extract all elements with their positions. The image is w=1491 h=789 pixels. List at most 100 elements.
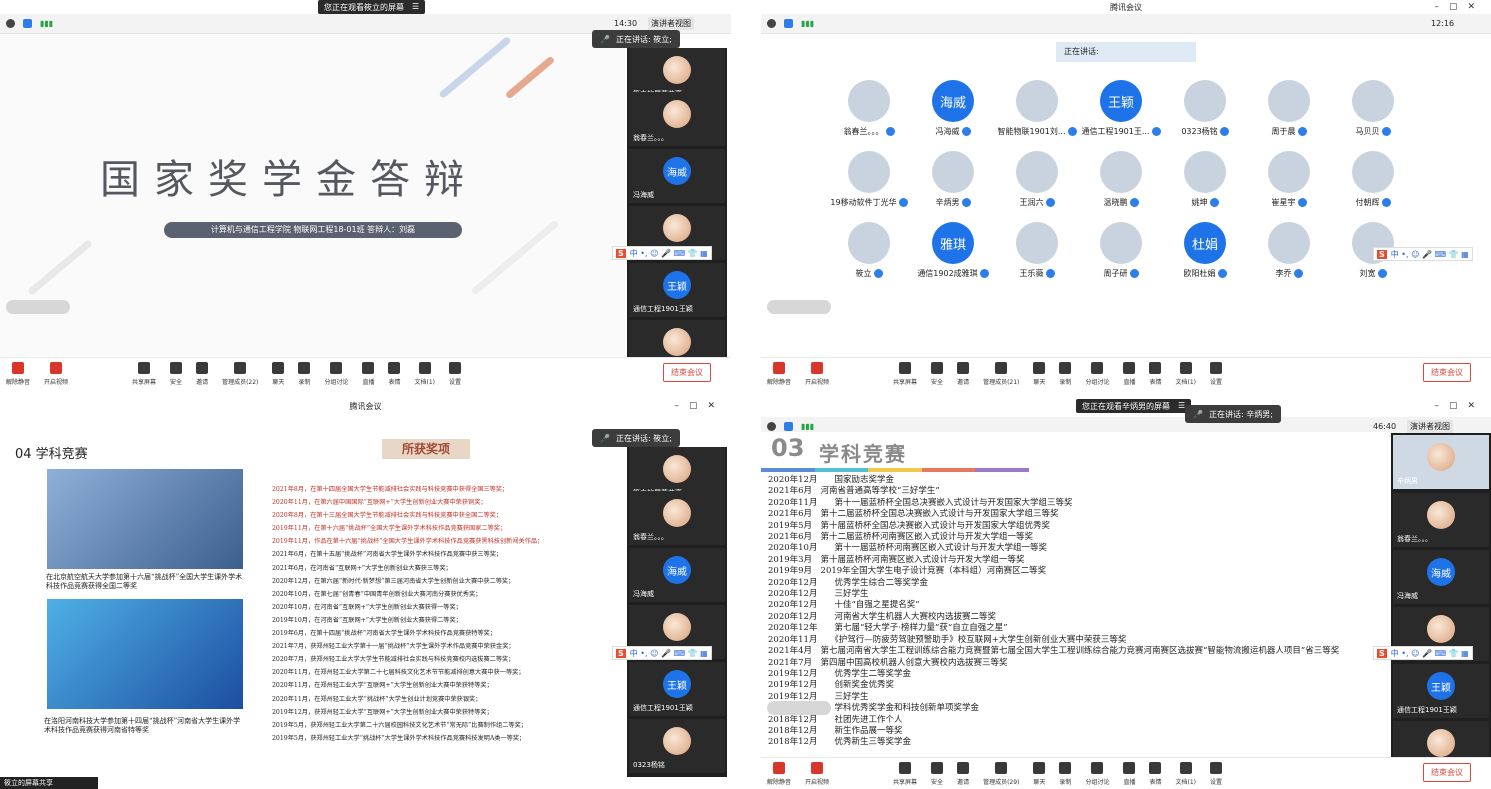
info-icon[interactable] xyxy=(6,19,15,28)
video-button[interactable]: 开启视频 xyxy=(805,762,829,786)
view-selector[interactable]: 演讲者视图 xyxy=(1407,420,1453,433)
participant-tile[interactable]: 马贝贝 xyxy=(1331,80,1415,137)
video-tile[interactable]: 0323杨铭 xyxy=(629,719,725,773)
window-controls[interactable]: –▢✕ xyxy=(1434,2,1485,12)
chat-button[interactable]: 聊天 xyxy=(272,362,284,386)
members-button[interactable]: 管理成员(21) xyxy=(983,362,1019,386)
participant-name: 欧阳杜娟 xyxy=(1183,269,1216,278)
members-button[interactable]: 管理成员(29) xyxy=(983,762,1019,786)
chat-button[interactable]: 聊天 xyxy=(1033,362,1045,386)
settings-button[interactable]: 设置 xyxy=(448,362,461,386)
shield-icon[interactable] xyxy=(784,422,793,431)
chat-button[interactable]: 聊天 xyxy=(1033,762,1045,786)
video-button[interactable]: 开启视频 xyxy=(44,362,68,386)
unmute-button[interactable]: 解除静音 xyxy=(767,762,791,786)
emoji-button[interactable]: 表情 xyxy=(388,362,400,386)
participant-tile[interactable]: 姚坤 xyxy=(1163,151,1247,208)
info-icon[interactable] xyxy=(767,19,776,28)
floating-controls[interactable] xyxy=(767,300,831,314)
record-button[interactable]: 录制 xyxy=(1059,362,1071,386)
live-button[interactable]: 直播 xyxy=(362,362,374,386)
video-button[interactable]: 开启视频 xyxy=(805,362,829,386)
award-item: 2021年8月，在第十四届全国大学生节能减排社会实践与科技竞赛中获得全国三等奖； xyxy=(272,486,509,493)
participant-tile[interactable]: 0323杨铭 xyxy=(1163,80,1247,137)
docs-button[interactable]: 文档(1) xyxy=(1175,362,1196,386)
security-button[interactable]: 安全 xyxy=(931,362,943,386)
end-meeting-button[interactable]: 结束会议 xyxy=(1423,763,1471,782)
floating-controls[interactable] xyxy=(767,701,831,715)
avatar xyxy=(663,613,691,641)
honor-item: 2020年12月 十佳“自强之星提名奖” xyxy=(768,600,920,611)
participant-tile[interactable]: 翁春兰。。。 xyxy=(827,80,911,137)
participant-tile[interactable]: 付朝辉 xyxy=(1331,151,1415,208)
video-tile[interactable]: 王颖 通信工程1901王颖 xyxy=(629,263,725,317)
unmute-button[interactable]: 解除静音 xyxy=(767,362,791,386)
end-meeting-button[interactable]: 结束会议 xyxy=(1423,363,1471,382)
video-tile[interactable]: 辛炳男 xyxy=(1393,435,1489,489)
video-tile[interactable]: 王颖 通信工程1901王颖 xyxy=(1393,664,1489,718)
participant-tile[interactable]: 海威 冯海威 xyxy=(911,80,995,137)
share-screen-button[interactable]: 共享屏幕 xyxy=(893,362,917,386)
participant-tile[interactable]: 杜娟 欧阳杜娟 xyxy=(1163,222,1247,279)
toolbar-label: 解除静音 xyxy=(6,379,31,386)
video-tile[interactable] xyxy=(1393,721,1489,759)
end-meeting-button[interactable]: 结束会议 xyxy=(663,363,711,382)
security-button[interactable]: 安全 xyxy=(170,362,182,386)
video-tile[interactable]: 翁春兰。。。 xyxy=(629,92,725,146)
ime-toolbar[interactable]: S中 •, ☺ 🎤 ⌨ 👕 ▦ xyxy=(1373,646,1473,660)
breakout-button[interactable]: 分组讨论 xyxy=(1085,362,1109,386)
participant-tile[interactable]: 筱立 xyxy=(827,222,911,279)
video-tile[interactable]: 王颖 通信工程1901王颖 xyxy=(629,662,725,716)
share-screen-button[interactable]: 共享屏幕 xyxy=(132,362,156,386)
menu-icon[interactable]: ☰ xyxy=(412,2,419,12)
security-button[interactable]: 安全 xyxy=(931,762,943,786)
video-tile[interactable]: 翁春兰。。。 xyxy=(629,491,725,545)
participant-tile[interactable]: 周于晨 xyxy=(1247,80,1331,137)
live-button[interactable]: 直播 xyxy=(1123,362,1135,386)
participant-tile[interactable]: 周子研 xyxy=(1079,222,1163,279)
participant-tile[interactable]: 崔星宇 xyxy=(1247,151,1331,208)
video-tile[interactable] xyxy=(629,320,725,358)
floating-controls[interactable] xyxy=(6,300,70,314)
shield-icon[interactable] xyxy=(784,19,793,28)
breakout-button[interactable]: 分组讨论 xyxy=(1085,762,1109,786)
record-button[interactable]: 录制 xyxy=(298,362,310,386)
participant-tile[interactable]: 智能物联1901刘... xyxy=(995,80,1079,137)
window-controls[interactable]: –▢✕ xyxy=(674,401,725,411)
shield-icon[interactable] xyxy=(23,19,32,28)
ime-toolbar[interactable]: S中 •, ☺ 🎤 ⌨ 👕 ▦ xyxy=(612,246,712,260)
participant-tile[interactable]: 19移动软件丁光华 xyxy=(827,151,911,208)
video-tile[interactable]: 翁春兰。。。 xyxy=(1393,493,1489,547)
members-button[interactable]: 管理成员(22) xyxy=(222,362,258,386)
emoji-button[interactable]: 表情 xyxy=(1149,362,1161,386)
avatar xyxy=(663,328,691,356)
live-button[interactable]: 直播 xyxy=(1123,762,1135,786)
settings-button[interactable]: 设置 xyxy=(1209,362,1222,386)
invite-button[interactable]: 邀请 xyxy=(957,362,969,386)
docs-button[interactable]: 文档(1) xyxy=(414,362,435,386)
invite-button[interactable]: 邀请 xyxy=(957,762,969,786)
emoji-button[interactable]: 表情 xyxy=(1149,762,1161,786)
ime-toolbar[interactable]: S中 •, ☺ 🎤 ⌨ 👕 ▦ xyxy=(1373,247,1473,261)
participant-tile[interactable]: 雅琪 通信1902成雅琪 xyxy=(911,222,995,279)
share-screen-button[interactable]: 共享屏幕 xyxy=(893,762,917,786)
video-tile[interactable]: 海威 冯海威 xyxy=(629,149,725,203)
participant-tile[interactable]: 王润六 xyxy=(995,151,1079,208)
docs-button[interactable]: 文档(1) xyxy=(1175,762,1196,786)
participant-tile[interactable]: 温晓鹏 xyxy=(1079,151,1163,208)
video-tile[interactable]: 海威 冯海威 xyxy=(629,548,725,602)
view-selector[interactable]: 演讲者视图 xyxy=(648,17,694,30)
ime-toolbar[interactable]: S中 •, ☺ 🎤 ⌨ 👕 ▦ xyxy=(612,646,712,660)
video-tile[interactable]: 海威 冯海威 xyxy=(1393,550,1489,604)
participant-tile[interactable]: 辛炳男 xyxy=(911,151,995,208)
breakout-button[interactable]: 分组讨论 xyxy=(324,362,348,386)
invite-button[interactable]: 邀请 xyxy=(196,362,208,386)
window-controls[interactable]: –▢✕ xyxy=(1434,401,1485,411)
participant-tile[interactable]: 李乔 xyxy=(1247,222,1331,279)
participant-tile[interactable]: 王颖 通信工程1901王... xyxy=(1079,80,1163,137)
unmute-button[interactable]: 解除静音 xyxy=(6,362,30,386)
participant-tile[interactable]: 王乐薇 xyxy=(995,222,1079,279)
info-icon[interactable] xyxy=(767,422,776,431)
settings-button[interactable]: 设置 xyxy=(1209,762,1222,786)
record-button[interactable]: 录制 xyxy=(1059,762,1071,786)
